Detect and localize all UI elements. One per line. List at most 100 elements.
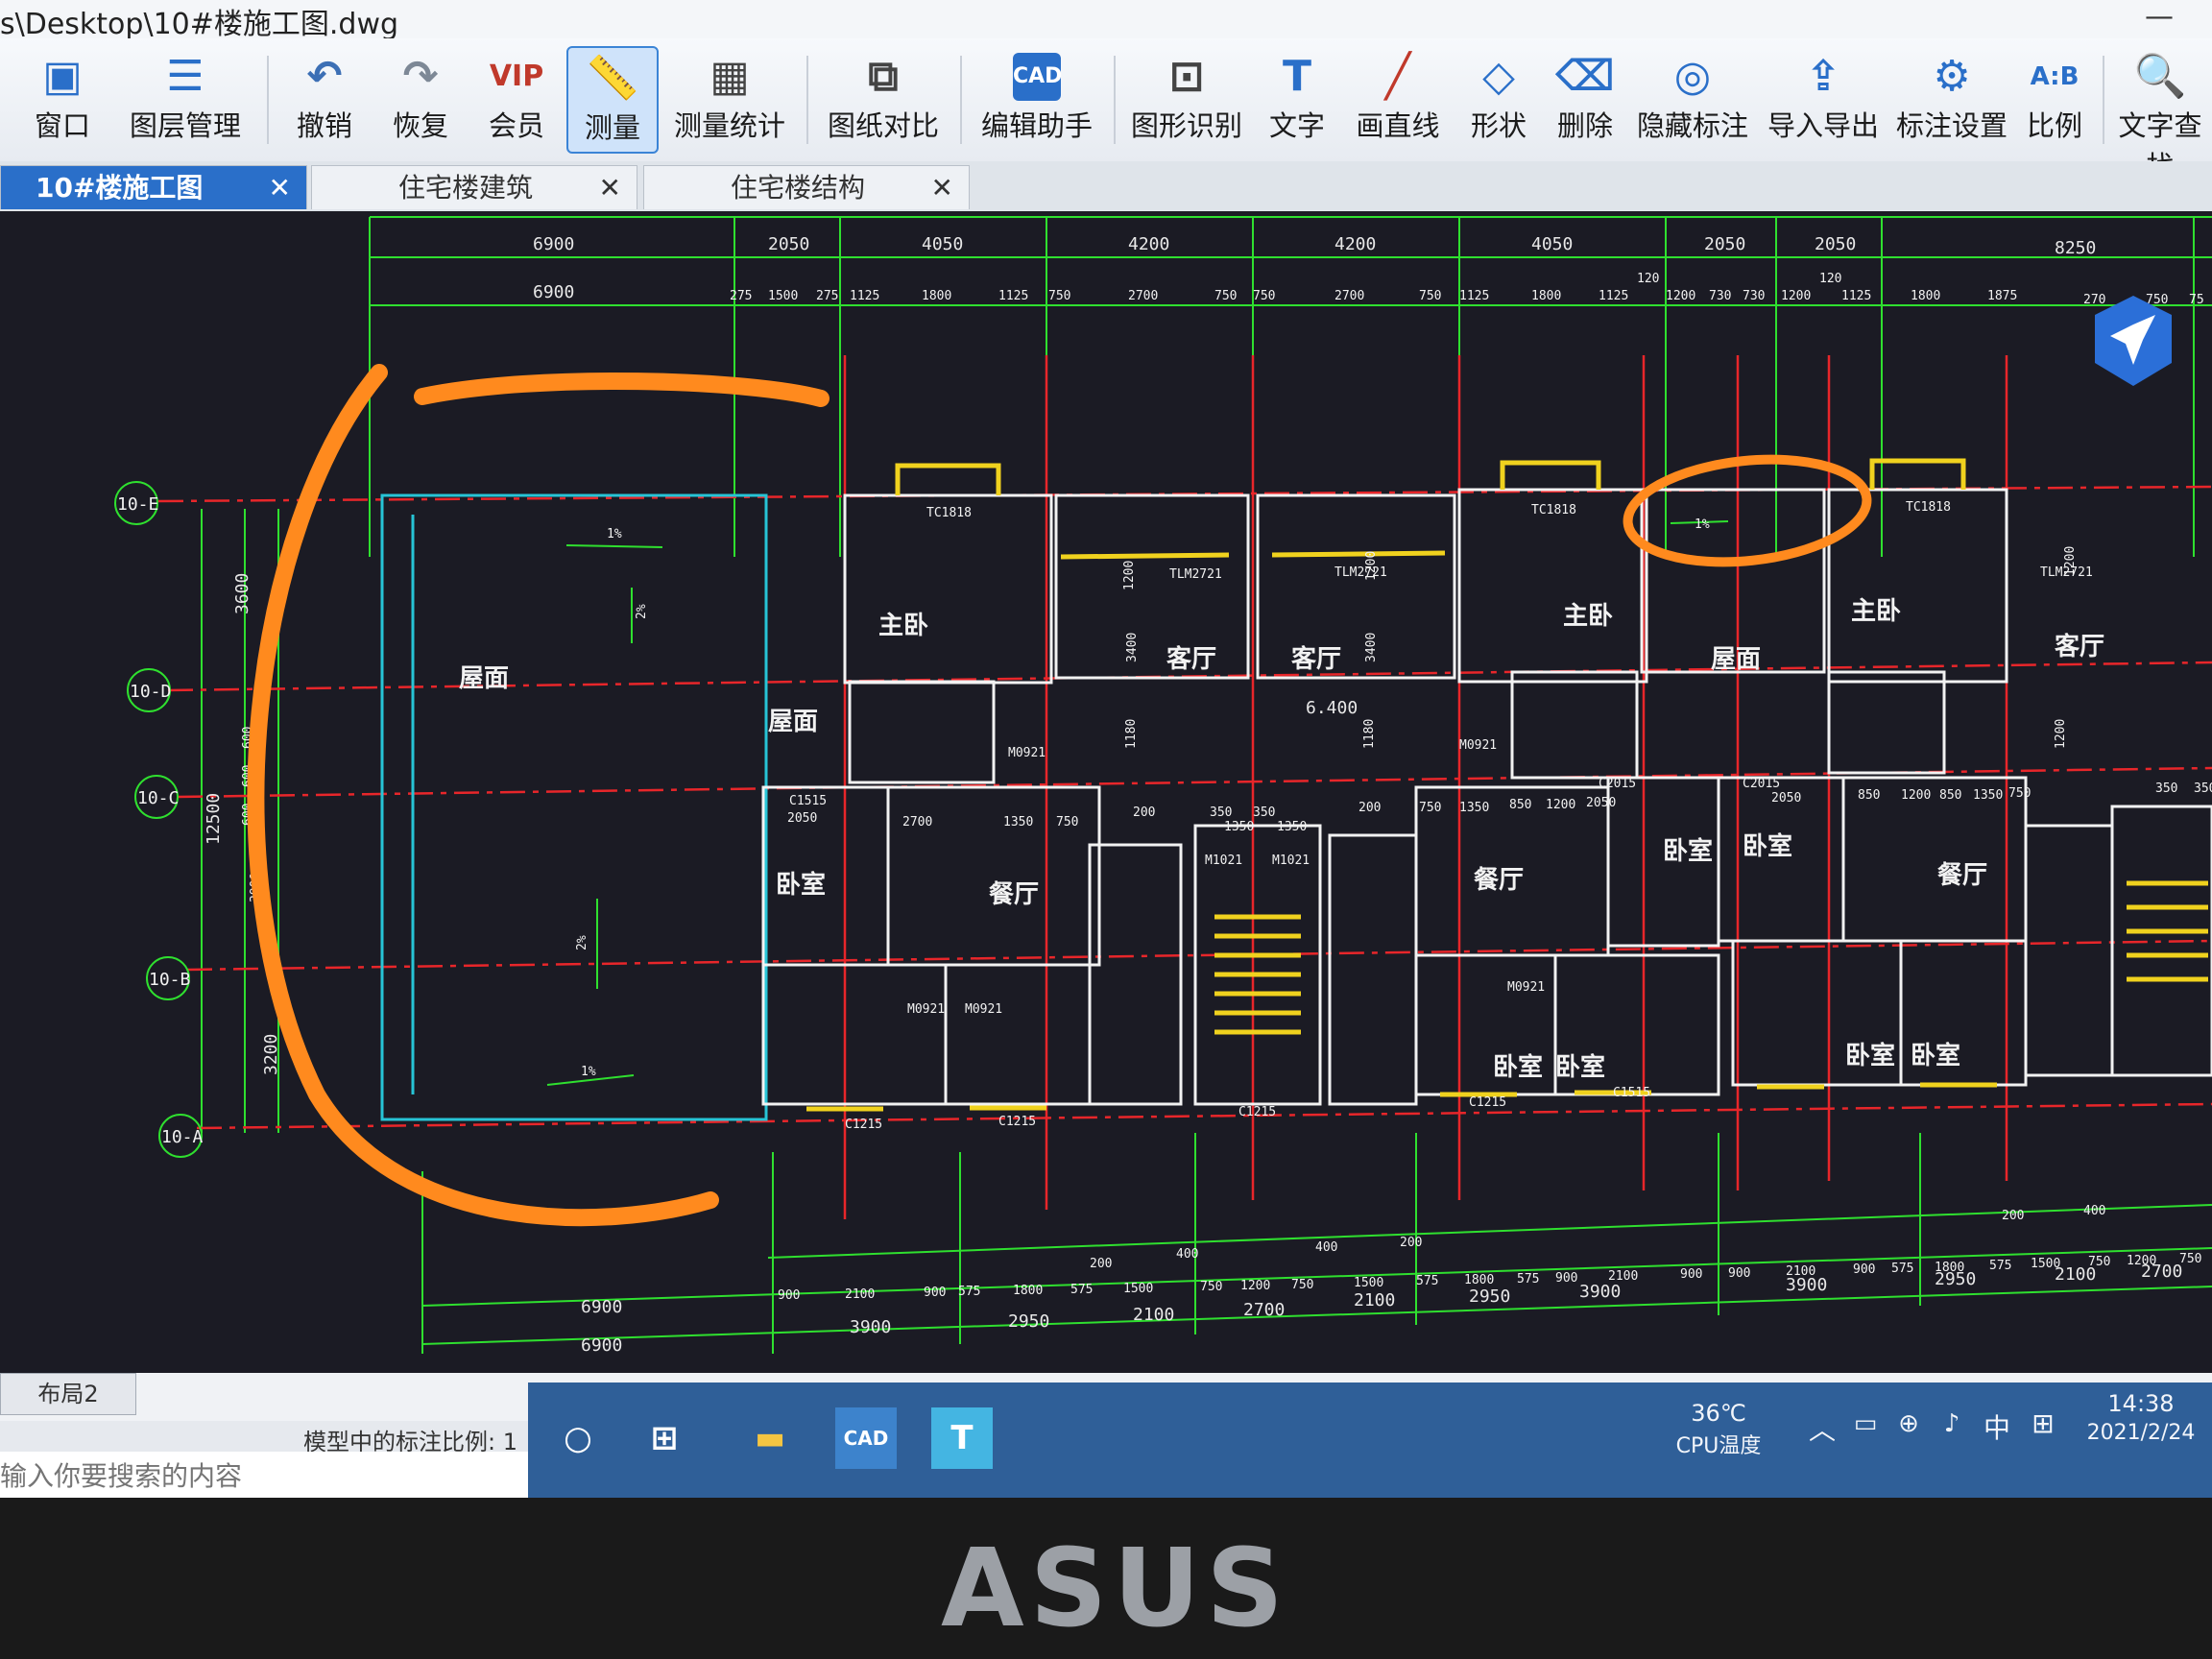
svg-text:客厅: 客厅 [1166,644,1216,674]
tab-residential-structure[interactable]: 住宅楼结构 ✕ [643,165,970,209]
edit-assistant-button[interactable]: CAD 编辑助手 [979,46,1094,154]
svg-text:1125: 1125 [1599,289,1628,303]
tab-residential-architecture[interactable]: 住宅楼建筑 ✕ [311,165,637,209]
toolbar-divider [806,56,808,144]
svg-text:TLM2721: TLM2721 [1334,565,1387,580]
edit-assistant-label: 编辑助手 [980,109,1093,142]
layout-tab-2[interactable]: 布局2 [0,1373,136,1415]
clock-time[interactable]: 14:38 [2074,1390,2208,1417]
undo-button[interactable]: ↶ 撤销 [278,46,371,154]
svg-text:TLM2721: TLM2721 [1169,567,1222,582]
svg-text:575: 575 [1989,1259,2011,1273]
measure-stats-label: 测量统计 [673,109,785,142]
annotation-settings-button[interactable]: ⚙ 标注设置 [1891,46,2012,154]
line-icon: ╱ [1384,52,1411,101]
task-view-icon[interactable]: ⊞ [634,1407,695,1469]
axis-bubbles: 10-E 10-D 10-C 10-B 10-A [114,481,204,1158]
measure-stats-button[interactable]: ▦ 测量统计 [672,46,787,154]
svg-text:1200: 1200 [1666,289,1695,303]
svg-text:1800: 1800 [1531,289,1561,303]
svg-text:2050: 2050 [1586,796,1616,810]
shape-recognition-button[interactable]: ⊡ 图形识别 [1129,46,1244,154]
svg-text:10-E: 10-E [117,494,158,515]
svg-text:850: 850 [1858,788,1880,803]
svg-text:2700: 2700 [1128,289,1158,303]
toolbar-divider [267,56,269,144]
svg-text:2950: 2950 [1935,1269,1976,1289]
close-icon[interactable]: ✕ [599,166,621,210]
cpu-temperature-label: CPU温度 [1675,1434,1762,1458]
drawing-canvas[interactable]: .g{stroke:#2fe02f;stroke-width:2;fill:no… [0,211,2212,1373]
svg-text:1200: 1200 [2054,719,2068,749]
layers-button[interactable]: ☰ 图层管理 [123,46,248,154]
svg-text:主卧: 主卧 [1563,602,1613,631]
battery-icon[interactable]: ▭ [1848,1409,1883,1438]
svg-text:400: 400 [1315,1240,1337,1255]
svg-text:2100: 2100 [845,1287,875,1302]
text-button[interactable]: T 文字 [1254,46,1340,154]
svg-text:1200: 1200 [1901,788,1931,803]
delete-button[interactable]: ⌫ 删除 [1542,46,1628,154]
svg-text:2700: 2700 [1243,1300,1285,1320]
svg-text:12500: 12500 [204,793,224,845]
minimize-button[interactable]: — [2145,0,2174,34]
close-icon[interactable]: ✕ [931,166,953,210]
svg-text:2050: 2050 [1771,791,1801,805]
keyboard-icon[interactable]: ⊞ [2026,1407,2060,1439]
mid-dimensions: 2050 2700 1350 750 2050 2050 750 1350 85… [787,546,2212,834]
svg-text:主卧: 主卧 [878,612,928,640]
close-icon[interactable]: ✕ [269,166,291,210]
svg-text:575: 575 [1517,1272,1539,1286]
ime-indicator[interactable]: 中 [1980,1407,2014,1446]
svg-text:270: 270 [2083,293,2105,307]
svg-text:1800: 1800 [1464,1273,1494,1287]
grid-axis-lines [157,355,2212,1219]
svg-text:2700: 2700 [2141,1262,2182,1282]
svg-text:1200: 1200 [1781,289,1811,303]
network-icon[interactable]: ⊕ [1891,1409,1926,1438]
svg-text:2100: 2100 [2055,1264,2096,1285]
cortana-icon[interactable]: ○ [547,1407,609,1469]
svg-text:850: 850 [1509,798,1531,812]
chevron-up-icon[interactable]: ︿ [1805,1409,1839,1448]
floating-assistant-button[interactable] [2095,296,2172,386]
svg-text:750: 750 [1214,289,1237,303]
title-bar: s\Desktop\10#楼施工图.dwg — [0,0,2212,41]
volume-icon[interactable]: ♪ [1935,1409,1969,1438]
svg-text:2950: 2950 [1469,1286,1510,1307]
window-title: s\Desktop\10#楼施工图.dwg [0,8,399,41]
cad-app-icon[interactable]: CAD [835,1407,897,1469]
redo-button[interactable]: ↷ 恢复 [374,46,467,154]
search-input[interactable] [0,1452,530,1498]
svg-text:8250: 8250 [2055,238,2096,258]
toolbar: ▣ 窗口 ☰ 图层管理 ↶ 撤销 ↷ 恢复 VIP 会员 📏 测量 ▦ 测量统计 [0,38,2212,182]
text-app-icon[interactable]: T [931,1407,993,1469]
text-search-button[interactable]: 🔍 文字查找 [2108,46,2212,182]
svg-text:4050: 4050 [1531,234,1573,254]
svg-text:2050: 2050 [1815,234,1856,254]
svg-text:350: 350 [2155,781,2177,796]
scale-button[interactable]: A:B 比例 [2016,46,2093,154]
svg-text:M0921: M0921 [965,1002,1002,1017]
bottom-dimensions: 900 2100 900 575 1800 575 1500 750 1200 … [581,1204,2201,1356]
compare-button[interactable]: ⧉ 图纸对比 [826,46,941,154]
windows-taskbar: ○ ⊞ ▬ CAD T 36℃ CPU温度 ︿ ▭ ⊕ ♪ 中 ⊞ 14:38 … [528,1382,2212,1498]
floor-plan-drawing: .g{stroke:#2fe02f;stroke-width:2;fill:no… [114,216,2212,1356]
vip-button[interactable]: VIP 会员 [470,46,563,154]
measure-button[interactable]: 📏 测量 [566,46,659,154]
hide-annotation-button[interactable]: ◎ 隐藏标注 [1632,46,1753,154]
clock-date[interactable]: 2021/2/24 [2074,1421,2208,1445]
svg-text:1200: 1200 [1240,1279,1270,1293]
svg-text:卧室: 卧室 [776,870,826,900]
svg-text:3900: 3900 [850,1317,891,1337]
svg-text:M0921: M0921 [907,1002,945,1017]
shape-button[interactable]: ◇ 形状 [1455,46,1542,154]
import-export-button[interactable]: ⇪ 导入导出 [1763,46,1884,154]
draw-line-button[interactable]: ╱ 画直线 [1350,46,1446,154]
svg-text:1%: 1% [581,1065,596,1079]
file-explorer-icon[interactable]: ▬ [739,1407,801,1469]
tab-10-construction[interactable]: 10#楼施工图 ✕ [0,165,307,209]
svg-text:750: 750 [1419,289,1441,303]
window-button[interactable]: ▣ 窗口 [10,46,115,154]
svg-text:TC1818: TC1818 [1906,500,1951,515]
